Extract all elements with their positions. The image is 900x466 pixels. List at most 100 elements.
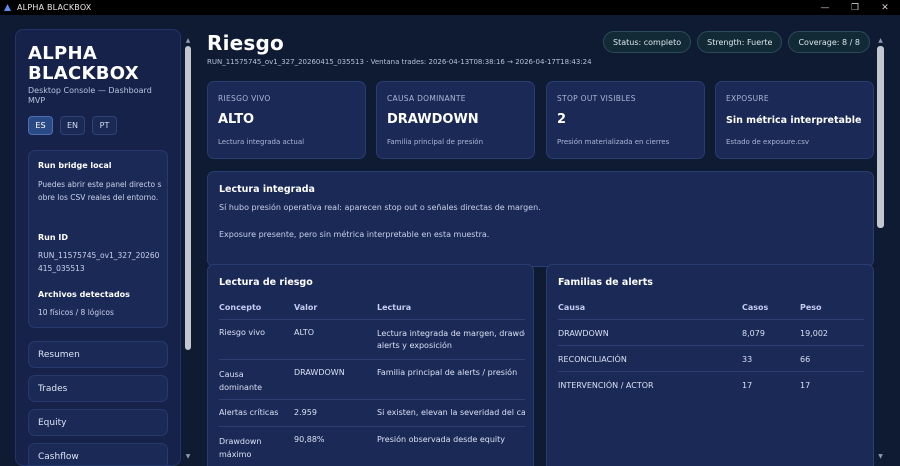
table-cell: 8,079 [742, 328, 765, 338]
table-cell: 19,002 [800, 328, 828, 338]
cell-text: Lectura integrada de margen, drawdown, [377, 328, 525, 338]
table-cell: Causa dominante [219, 359, 294, 399]
column-header: Causa [558, 302, 586, 312]
app-icon [4, 4, 11, 11]
cell-text: Riesgo vivo [219, 327, 265, 337]
table-cell: RECONCILIACIÓN [558, 354, 627, 364]
cell-text: Presión observada desde equity [377, 434, 506, 444]
cell-text: Alertas críticas [219, 407, 279, 417]
scroll-up-icon[interactable]: ▲ [184, 36, 192, 44]
run-window-line: RUN_11575745_ov1_327_20260415_035513 · V… [207, 58, 592, 66]
table-cell: 33 [742, 354, 753, 364]
lectura-integrada-card: Lectura integrada Sí hubo presión operat… [207, 171, 874, 267]
sidebar-scrollbar[interactable]: ▲ ▼ [184, 36, 192, 460]
kpi-label: EXPOSURE [726, 94, 769, 103]
run-info-panel: Run bridge local Puedes abrir este panel… [28, 150, 168, 328]
kpi-card-causa-dominante: CAUSA DOMINANTE DRAWDOWN Familia princip… [376, 81, 535, 159]
kpi-value: Sin métrica interpretable [726, 115, 862, 126]
title-bar: ALPHA BLACKBOX — ❐ ✕ [0, 0, 900, 15]
cell-text: Si existen, elevan la severidad del caso [377, 407, 525, 417]
table-row: Drawdown máximo 90,88% Presión observada … [219, 426, 525, 466]
table-cell: Presión observada desde equity [377, 426, 525, 466]
table-row: DRAWDOWN 8,079 19,002 [558, 319, 864, 345]
lectura-line-1: Sí hubo presión operativa real: aparecen… [219, 203, 541, 212]
kpi-foot: Estado de exposure.csv [726, 138, 810, 146]
kpi-foot: Familia principal de presión [387, 138, 484, 146]
minimize-icon[interactable]: — [810, 0, 840, 15]
column-header: Concepto [219, 302, 262, 312]
restore-icon[interactable]: ❐ [840, 0, 870, 15]
cell-text: dominante [219, 382, 263, 392]
table-cell: Riesgo vivo [219, 319, 294, 359]
risk-table: Concepto Valor Lectura Riesgo vivo ALTO … [219, 296, 525, 466]
table-cell: DRAWDOWN [558, 328, 609, 338]
brand-title: ALPHA BLACKBOX [28, 43, 139, 84]
kpi-value: DRAWDOWN [387, 112, 479, 127]
table-row: Causa dominante DRAWDOWN Familia principa… [219, 359, 525, 399]
cell-text: alerts y exposición [377, 340, 452, 350]
scroll-down-icon[interactable]: ▼ [184, 452, 192, 460]
files-title: Archivos detectados [38, 290, 130, 299]
page-title: Riesgo [207, 31, 284, 55]
nav-item-equity[interactable]: Equity [28, 409, 168, 436]
cell-text: Drawdown [219, 436, 262, 446]
cell-text: Causa [219, 369, 244, 379]
sidebar-scroll-thumb[interactable] [185, 46, 191, 350]
table-cell: 17 [800, 380, 811, 390]
table-cell: Lectura integrada de margen, drawdown, al… [377, 319, 525, 359]
alerts-table-card: Familias de alerts Causa Casos Peso DRAW… [546, 264, 874, 466]
window-title: ALPHA BLACKBOX [17, 3, 92, 12]
kpi-card-stop-out: STOP OUT VISIBLES 2 Presión materializad… [546, 81, 705, 159]
coverage-badge: Coverage: 8 / 8 [788, 31, 870, 53]
bridge-title: Run bridge local [38, 161, 112, 170]
main-scrollbar[interactable]: ▲ ▼ [876, 36, 885, 460]
main-content: Riesgo RUN_11575745_ov1_327_20260415_035… [196, 15, 876, 466]
kpi-label: RIESGO VIVO [218, 94, 271, 103]
table-cell: 90,88% [294, 434, 325, 444]
table-cell: Drawdown máximo [219, 426, 294, 466]
status-badge: Status: completo [603, 31, 692, 53]
table-row: Riesgo vivo ALTO Lectura integrada de ma… [219, 319, 525, 359]
alerts-table: Causa Casos Peso DRAWDOWN 8,079 19,002 R… [558, 296, 864, 397]
scroll-up-icon[interactable]: ▲ [876, 36, 885, 44]
alerts-table-title: Familias de alerts [558, 277, 653, 288]
close-icon[interactable]: ✕ [870, 0, 900, 15]
table-cell: Alertas críticas [219, 399, 294, 426]
main-scroll-thumb[interactable] [877, 46, 884, 228]
table-cell: 17 [742, 380, 753, 390]
nav-item-cashflow[interactable]: Cashflow [28, 443, 168, 465]
column-header: Valor [294, 302, 318, 312]
nav-item-trades[interactable]: Trades [28, 375, 168, 402]
lang-button-es[interactable]: ES [28, 116, 53, 135]
table-cell: Familia principal de alerts / presión [377, 359, 525, 399]
bridge-text: Puedes abrir este panel directo sobre lo… [38, 180, 162, 202]
column-header: Peso [800, 302, 822, 312]
kpi-value: 2 [557, 112, 567, 127]
table-cell: DRAWDOWN [294, 367, 345, 377]
column-header: Lectura [377, 302, 412, 312]
kpi-card-riesgo-vivo: RIESGO VIVO ALTO Lectura integrada actua… [207, 81, 366, 159]
brand-subtitle: Desktop Console — Dashboard MVP [28, 86, 152, 105]
run-id-value: RUN_11575745_ov1_327_20260415_035513 [38, 251, 160, 273]
scroll-down-icon[interactable]: ▼ [876, 452, 885, 460]
column-header: Casos [742, 302, 769, 312]
kpi-label: STOP OUT VISIBLES [557, 94, 636, 103]
lang-button-en[interactable]: EN [60, 116, 85, 135]
strength-badge: Strength: Fuerte [697, 31, 783, 53]
table-row: Alertas críticas 2.959 Si existen, eleva… [219, 399, 525, 426]
kpi-card-exposure: EXPOSURE Sin métrica interpretable Estad… [715, 81, 874, 159]
kpi-foot: Presión materializada en cierres [557, 138, 670, 146]
files-value: 10 físicos / 8 lógicos [38, 308, 114, 317]
kpi-label: CAUSA DOMINANTE [387, 94, 466, 103]
table-cell: Si existen, elevan la severidad del caso [377, 399, 525, 426]
lang-button-pt[interactable]: PT [92, 116, 117, 135]
table-cell: INTERVENCIÓN / ACTOR [558, 380, 654, 390]
table-cell: ALTO [294, 327, 315, 337]
kpi-value: ALTO [218, 112, 255, 127]
cell-text: Familia principal de alerts / presión [377, 367, 518, 377]
lectura-line-2: Exposure presente, pero sin métrica inte… [219, 230, 490, 239]
cell-text: máximo [219, 449, 252, 459]
status-badges: Status: completo Strength: Fuerte Covera… [603, 31, 870, 53]
table-row: INTERVENCIÓN / ACTOR 17 17 [558, 371, 864, 397]
nav-item-resumen[interactable]: Resumen [28, 341, 168, 368]
